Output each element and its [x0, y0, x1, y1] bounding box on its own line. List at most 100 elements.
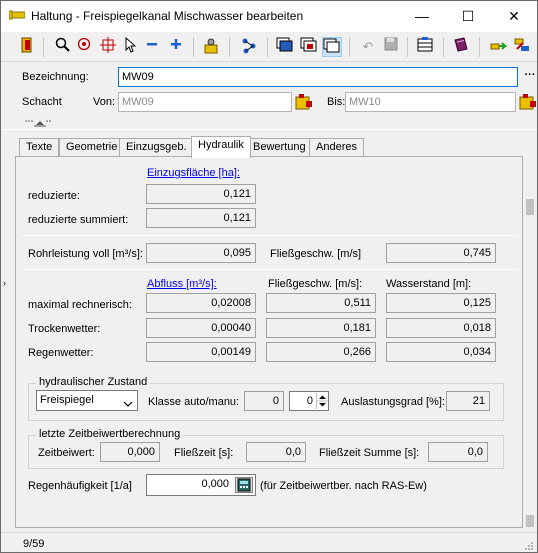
klasse-manu-value: 0	[306, 395, 313, 407]
von-input[interactable]: MW09	[118, 92, 292, 112]
tab-texte[interactable]: Texte	[19, 138, 60, 157]
zeitbeiwert-value: 0,000	[100, 442, 160, 462]
fliessgeschw-value: 0,745	[386, 243, 496, 263]
wasserstand-value: 0,125	[386, 293, 496, 313]
toolbar-separator	[443, 37, 444, 57]
scrollbar-thumb[interactable]	[526, 199, 534, 215]
auslastung-value: 21	[446, 391, 490, 411]
reduzierte-summiert-label: reduzierte summiert:	[28, 214, 129, 226]
minimize-button[interactable]: —	[399, 1, 445, 32]
exit-icon[interactable]	[17, 37, 37, 57]
grid-icon[interactable]	[415, 37, 435, 57]
tab-einzugsgeb[interactable]: Einzugsgeb.	[119, 138, 194, 157]
row-label: Trockenwetter:	[28, 323, 101, 335]
fliesszeit-value: 0,0	[246, 442, 306, 462]
select-schacht-icon[interactable]	[295, 93, 313, 111]
status-bar: 9/59	[1, 532, 537, 552]
bis-label: Bis:	[327, 96, 346, 108]
search-icon[interactable]	[53, 37, 73, 57]
zeitbeiwert-label: Zeitbeiwert:	[38, 447, 95, 459]
section-divider	[22, 269, 518, 270]
toolbar-separator	[229, 37, 230, 57]
klasse-manu-input[interactable]: 0	[289, 391, 329, 411]
klasse-label: Klasse auto/manu:	[148, 396, 240, 408]
vertical-scrollbar[interactable]	[523, 131, 537, 531]
tab-geometrie[interactable]: Geometrie	[59, 138, 125, 157]
record-counter: 9/59	[23, 538, 45, 550]
splitter-grip[interactable]	[24, 118, 52, 127]
bis-input[interactable]: MW10	[345, 92, 516, 112]
chevron-down-icon	[123, 396, 133, 414]
regenhaeufigkeit-label: Regenhäufigkeit [1/a]	[28, 480, 132, 492]
minus-icon[interactable]	[142, 37, 162, 57]
abfluss-link[interactable]: Abfluss [m³/s]:	[147, 278, 217, 290]
col-fliessgeschw-header: Fließgeschw. [m/s]:	[268, 278, 363, 290]
toolbar-separator	[267, 37, 268, 57]
book-icon[interactable]	[451, 37, 471, 57]
dialog-window: Haltung - Freispiegelkanal Mischwasser b…	[0, 0, 538, 553]
zustand-select[interactable]: Freispiegel	[36, 390, 138, 411]
row-label: maximal rechnerisch:	[28, 299, 132, 311]
title-bar: Haltung - Freispiegelkanal Mischwasser b…	[1, 1, 537, 32]
einzugsflaeche-link[interactable]: Einzugsfläche [ha]:	[147, 167, 240, 179]
toolbar-separator	[349, 37, 350, 57]
geschw-value: 0,266	[266, 342, 376, 362]
header-divider	[1, 129, 537, 130]
close-button[interactable]: ✕	[491, 1, 537, 32]
klasse-auto-value: 0	[244, 391, 284, 411]
abfluss-value: 0,02008	[146, 293, 256, 313]
reduzierte-summiert-value: 0,121	[146, 208, 256, 228]
schacht-label: Schacht	[22, 96, 62, 108]
regenhaeufigkeit-note: (für Zeitbeiwertber. nach RAS-Ew)	[260, 480, 427, 492]
wasserstand-value: 0,034	[386, 342, 496, 362]
zustand-group-title: hydraulischer Zustand	[36, 376, 151, 388]
window-title: Haltung - Freispiegelkanal Mischwasser b…	[31, 9, 304, 23]
fliesszeit-summe-value: 0,0	[428, 442, 488, 462]
bezeichnung-input[interactable]: MW09	[118, 67, 518, 87]
tab-bewertung[interactable]: Bewertung	[246, 138, 313, 157]
window-copy-icon[interactable]	[322, 37, 342, 57]
save-icon[interactable]	[381, 37, 401, 57]
tab-anderes[interactable]: Anderes	[309, 138, 364, 157]
abfluss-value: 0,00149	[146, 342, 256, 362]
regenhaeufigkeit-input[interactable]: 0,000	[146, 474, 256, 496]
expand-left-icon[interactable]: ›	[3, 278, 6, 288]
spin-icon[interactable]	[316, 393, 328, 409]
auslastung-label: Auslastungsgrad [%]:	[341, 396, 445, 408]
window-icon[interactable]	[275, 37, 295, 57]
geschw-value: 0,511	[266, 293, 376, 313]
rohrleistung-label: Rohrleistung voll [m³/s]:	[28, 248, 143, 260]
hydraulik-panel: Einzugsfläche [ha]: reduzierte: 0,121 re…	[15, 156, 523, 528]
reduzierte-label: reduzierte:	[28, 190, 80, 202]
tab-hydraulik[interactable]: Hydraulik	[191, 136, 251, 158]
rohrleistung-value: 0,095	[146, 243, 256, 263]
move-icon[interactable]	[488, 37, 508, 57]
plus-icon[interactable]	[166, 37, 186, 57]
undo-icon[interactable]: ↶	[358, 37, 378, 57]
crosshair-icon[interactable]	[98, 37, 118, 57]
zustand-selected-value: Freispiegel	[40, 394, 94, 406]
fliesszeit-summe-label: Fließzeit Summe [s]:	[319, 447, 420, 459]
network-icon[interactable]	[239, 37, 259, 57]
pointer-icon[interactable]	[120, 36, 140, 57]
window-edit-icon[interactable]	[299, 37, 319, 57]
scrollbar-thumb-bottom[interactable]	[526, 515, 534, 527]
maximize-button[interactable]: ☐	[445, 1, 491, 32]
toolbar-separator	[193, 37, 194, 57]
von-label: Von:	[93, 96, 116, 108]
more-button[interactable]: ···	[522, 67, 537, 87]
abfluss-value: 0,00040	[146, 318, 256, 338]
toolbar-separator	[479, 37, 480, 57]
swap-icon[interactable]	[512, 37, 532, 57]
tools-icon[interactable]	[201, 37, 221, 57]
zeitbeiwert-group-title: letzte Zeitbeiwertberechnung	[36, 428, 184, 440]
select-schacht-bis-icon[interactable]	[519, 93, 537, 111]
resize-grip-icon[interactable]	[524, 541, 534, 552]
fliesszeit-label: Fließzeit [s]:	[174, 447, 234, 459]
calculator-icon[interactable]	[235, 477, 253, 493]
col-wasserstand-header: Wasserstand [m]:	[386, 278, 472, 290]
section-divider	[22, 235, 518, 236]
zoom-icon[interactable]	[75, 37, 95, 57]
row-label: Regenwetter:	[28, 347, 94, 359]
bezeichnung-label: Bezeichnung:	[22, 71, 89, 83]
